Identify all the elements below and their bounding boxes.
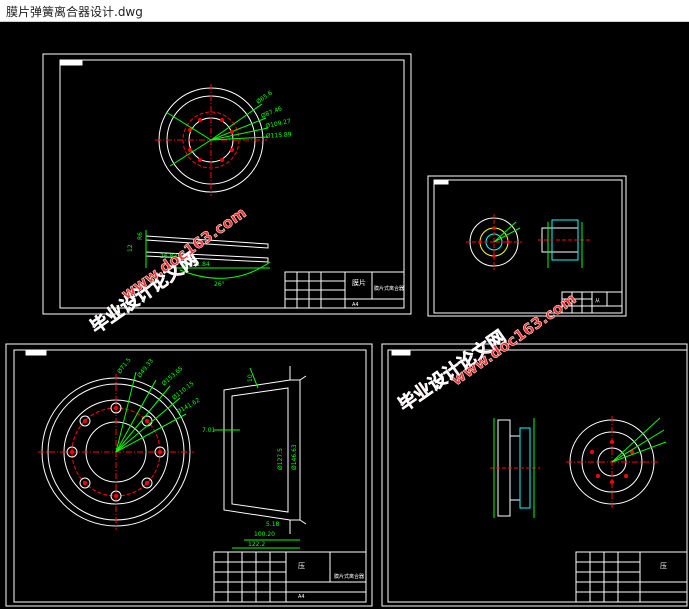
sheet-1-title-block: 膜片 膜片式离合器 A4 bbox=[284, 271, 405, 309]
svg-text:Ø153.65: Ø153.65 bbox=[161, 365, 185, 388]
svg-text:10: 10 bbox=[247, 374, 254, 382]
watermark-2-url: www.doc163.com bbox=[448, 290, 580, 390]
sheet-3-title-block: 压 膜片式离合器 A4 bbox=[213, 551, 367, 603]
sheet-4-label-tab bbox=[391, 349, 411, 356]
sheet-2-front-view bbox=[466, 214, 522, 270]
sheet-3-section-dims: 10 7.01 Ø127.5 Ø146.63 5.18 100.20 122.2 bbox=[202, 374, 298, 548]
sheet-1-front-dims: Ø65.6 Ø87.46 Ø109.27 Ø115.89 bbox=[255, 89, 292, 140]
cad-drawing: 膜片 膜片式离合器 A4 Ø65.6 Ø87.46 Ø109.27 Ø115.8… bbox=[5, 53, 688, 607]
sheet-3-front-dims: Ø71.5 Ø49.33 Ø153.65 Ø110.15 Ø141.62 bbox=[116, 357, 201, 416]
sheet-2-title-name: 从 bbox=[595, 298, 600, 304]
sheet-4-title-block: 压 bbox=[575, 551, 688, 603]
svg-text:Ø87.46: Ø87.46 bbox=[260, 105, 283, 120]
svg-text:26°: 26° bbox=[214, 281, 225, 288]
svg-text:Ø49.33: Ø49.33 bbox=[136, 358, 155, 380]
svg-text:100.20: 100.20 bbox=[254, 531, 275, 538]
sheet-3-title-part: 膜片式离合器 bbox=[334, 573, 364, 580]
sheet-3[interactable]: 压 膜片式离合器 A4 Ø71.5 Ø49.33 Ø153.65 Ø110.15… bbox=[5, 343, 373, 607]
svg-text:R6: R6 bbox=[137, 232, 144, 240]
sheet-1-outer-frame bbox=[42, 53, 412, 315]
sheet-4-section-view bbox=[490, 418, 540, 518]
svg-text:122.2: 122.2 bbox=[248, 541, 265, 548]
sheet-2-label-tab bbox=[433, 179, 449, 185]
cad-drawing-canvas[interactable]: 膜片 膜片式离合器 A4 Ø65.6 Ø87.46 Ø109.27 Ø115.8… bbox=[0, 22, 689, 609]
sheet-1-title-scale: A4 bbox=[352, 302, 359, 308]
svg-text:Ø115.89: Ø115.89 bbox=[266, 131, 292, 140]
sheet-1-inner-frame bbox=[59, 59, 405, 309]
svg-text:12: 12 bbox=[127, 244, 134, 252]
svg-text:Ø141.62: Ø141.62 bbox=[176, 397, 202, 416]
window-title: 膜片弹簧离合器设计.dwg bbox=[6, 5, 143, 19]
sheet-2-section-view bbox=[538, 219, 590, 268]
sheet-4-front-view bbox=[566, 416, 667, 508]
watermark-2: 毕业设计论文网 www.doc163.com bbox=[394, 289, 580, 416]
svg-text:7.01: 7.01 bbox=[202, 427, 216, 434]
svg-text:Ø71.5: Ø71.5 bbox=[116, 357, 133, 376]
sheet-2-inner-frame bbox=[433, 179, 623, 314]
sheet-1-title-part: 膜片式离合器 bbox=[374, 285, 404, 292]
watermark-1: 毕业设计论文网 www.doc163.com bbox=[86, 203, 250, 338]
sheet-2[interactable]: 从 bbox=[427, 175, 627, 317]
svg-text:Ø127.5: Ø127.5 bbox=[277, 448, 284, 470]
sheet-4-title-name: 压 bbox=[660, 562, 667, 570]
svg-text:5.18: 5.18 bbox=[266, 521, 280, 528]
sheet-3-title-scale: A4 bbox=[298, 594, 305, 600]
window-titlebar: 膜片弹簧离合器设计.dwg bbox=[0, 0, 689, 22]
sheet-2-outer-frame bbox=[427, 175, 627, 317]
sheet-3-title-name: 压 bbox=[298, 562, 305, 570]
sheet-1-label-tab bbox=[59, 59, 83, 66]
sheet-1-title-name: 膜片 bbox=[352, 278, 366, 287]
sheet-3-label-tab bbox=[25, 349, 47, 356]
svg-text:Ø65.6: Ø65.6 bbox=[255, 89, 274, 105]
svg-text:Ø109.27: Ø109.27 bbox=[265, 118, 292, 130]
sheet-1-front-view bbox=[155, 84, 269, 196]
svg-text:Ø146.63: Ø146.63 bbox=[291, 444, 298, 470]
svg-text:Ø110.15: Ø110.15 bbox=[171, 380, 196, 401]
sheet-1[interactable]: 膜片 膜片式离合器 A4 Ø65.6 Ø87.46 Ø109.27 Ø115.8… bbox=[42, 53, 412, 315]
watermark-1-url: www.doc163.com bbox=[118, 204, 250, 304]
